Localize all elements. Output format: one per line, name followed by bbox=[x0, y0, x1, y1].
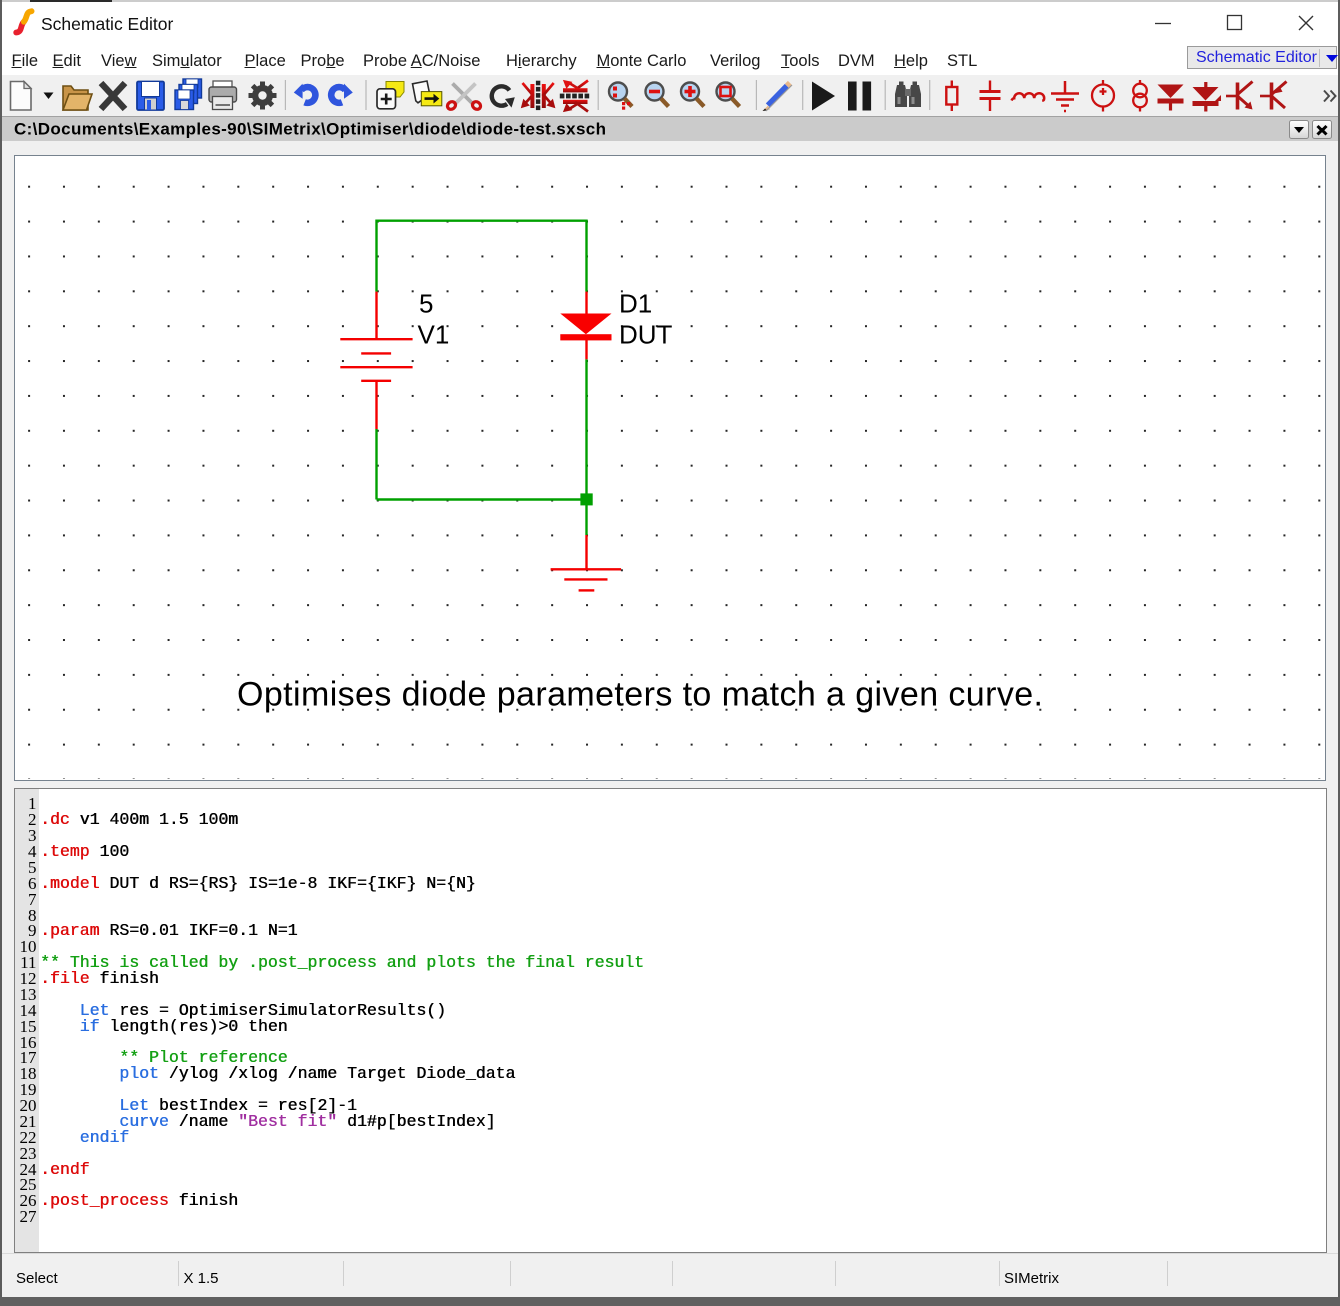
svg-text:5: 5 bbox=[419, 289, 433, 319]
svg-text:V1: V1 bbox=[418, 320, 450, 350]
svg-text:C:\Documents\Examples-90\SIMet: C:\Documents\Examples-90\SIMetrix\Optimi… bbox=[14, 120, 606, 139]
svg-text:DUT: DUT bbox=[619, 320, 673, 350]
svg-text:D1: D1 bbox=[619, 289, 652, 319]
svg-text:Optimises diode parameters to: Optimises diode parameters to match a gi… bbox=[237, 676, 1043, 714]
